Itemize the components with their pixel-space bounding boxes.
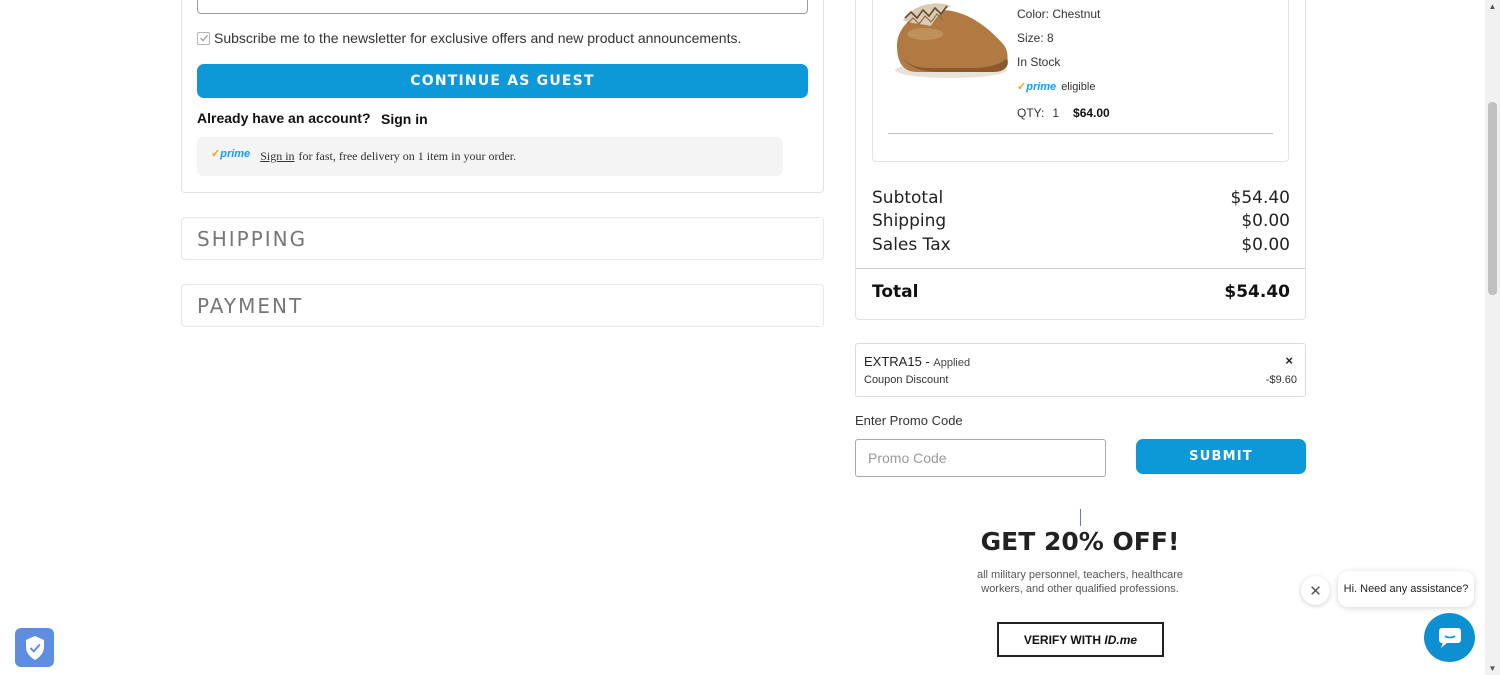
prime-check-icon: ✓ [1017, 81, 1027, 93]
shipping-section-title: SHIPPING [197, 227, 308, 251]
text-cursor [1080, 509, 1081, 526]
item-quantity-row: QTY: 1 $64.00 [1017, 106, 1110, 120]
shipping-section[interactable]: SHIPPING [181, 217, 824, 260]
close-icon: ✕ [1309, 582, 1322, 600]
prime-logo: ✓prime [211, 148, 251, 160]
promo-submit-button[interactable]: SUBMIT [1136, 439, 1306, 474]
payment-section-title: PAYMENT [197, 294, 304, 318]
prime-notice: ✓prime Sign in for fast, free delivery o… [197, 137, 783, 176]
prime-check-icon: ✓ [211, 148, 221, 160]
continue-as-guest-button[interactable]: CONTINUE AS GUEST [197, 64, 808, 98]
promo-description: all military personnel, teachers, health… [976, 569, 1184, 595]
sales-tax-row: Sales Tax $0.00 [872, 235, 1290, 255]
newsletter-checkbox[interactable] [197, 31, 210, 45]
payment-section[interactable]: PAYMENT [181, 284, 824, 327]
subtotal-value: $54.40 [1230, 188, 1290, 208]
applied-coupon: EXTRA15 - Applied × Coupon Discount -$9.… [855, 343, 1306, 397]
shipping-label: Shipping [872, 211, 947, 231]
item-stock: In Stock [1017, 55, 1061, 69]
qty-value: 1 [1052, 106, 1060, 120]
remove-coupon-button[interactable]: × [1285, 353, 1293, 368]
prime-message: for fast, free delivery on 1 item in you… [298, 149, 517, 163]
newsletter-subscribe[interactable]: Subscribe me to the newsletter for exclu… [197, 30, 741, 46]
chat-greeting-bubble[interactable]: Hi. Need any assistance? [1338, 571, 1474, 607]
promo-code-label: Enter Promo Code [855, 413, 963, 428]
verify-with-idme-button[interactable]: VERIFY WITH ID.me [997, 622, 1164, 657]
prime-eligible-label: eligible [1061, 80, 1096, 93]
subtotal-row: Subtotal $54.40 [872, 188, 1290, 208]
promo-code-input[interactable] [855, 439, 1106, 477]
verify-label: VERIFY WITH [1023, 632, 1105, 647]
coupon-status: Applied [933, 357, 971, 369]
item-price: $64.00 [1073, 106, 1110, 120]
scroll-up-arrow-icon[interactable]: ▲ [1485, 2, 1500, 11]
page-scrollbar[interactable]: ▲ ▼ [1485, 0, 1500, 675]
item-color: Color: Chestnut [1017, 7, 1101, 21]
promo-headline: GET 20% OFF! [980, 527, 1180, 556]
sales-tax-value: $0.00 [1241, 235, 1290, 255]
total-label: Total [872, 282, 919, 302]
idme-logo: ID.me [1104, 632, 1138, 647]
coupon-discount-label: Coupon Discount [864, 374, 949, 386]
prime-sign-in-link[interactable]: Sign in [260, 149, 294, 164]
newsletter-label: Subscribe me to the newsletter for exclu… [214, 30, 742, 46]
shield-icon [25, 635, 44, 660]
scrollbar-thumb[interactable] [1488, 102, 1497, 295]
summary-divider [856, 268, 1305, 269]
item-size: Size: 8 [1017, 31, 1054, 45]
privacy-shield-button[interactable] [15, 628, 54, 667]
subtotal-label: Subtotal [872, 188, 944, 208]
qty-label: QTY: [1017, 106, 1045, 120]
scroll-down-arrow-icon[interactable]: ▼ [1485, 664, 1500, 673]
shipping-row: Shipping $0.00 [872, 211, 1290, 231]
chat-launcher-button[interactable] [1424, 613, 1475, 662]
coupon-code: EXTRA15 - Applied [864, 354, 970, 369]
shipping-value: $0.00 [1241, 211, 1290, 231]
sign-in-link[interactable]: Sign in [381, 111, 428, 127]
item-divider [888, 133, 1273, 134]
total-row: Total $54.40 [872, 282, 1290, 302]
chat-icon [1438, 627, 1461, 648]
prime-eligible-badge: ✓prime eligible [1017, 80, 1096, 94]
coupon-code-text: EXTRA15 - [864, 354, 930, 369]
email-input[interactable] [197, 0, 808, 14]
product-image-slipper [895, 3, 1008, 78]
sales-tax-label: Sales Tax [872, 235, 951, 255]
chat-close-button[interactable]: ✕ [1301, 576, 1330, 605]
total-value: $54.40 [1224, 282, 1290, 302]
prime-logo-small: ✓prime [1017, 81, 1057, 93]
chat-greeting-text: Hi. Need any assistance? [1343, 583, 1469, 595]
coupon-discount-value: -$9.60 [1265, 374, 1297, 386]
account-question: Already have an account? [197, 110, 371, 126]
check-icon [199, 34, 208, 42]
